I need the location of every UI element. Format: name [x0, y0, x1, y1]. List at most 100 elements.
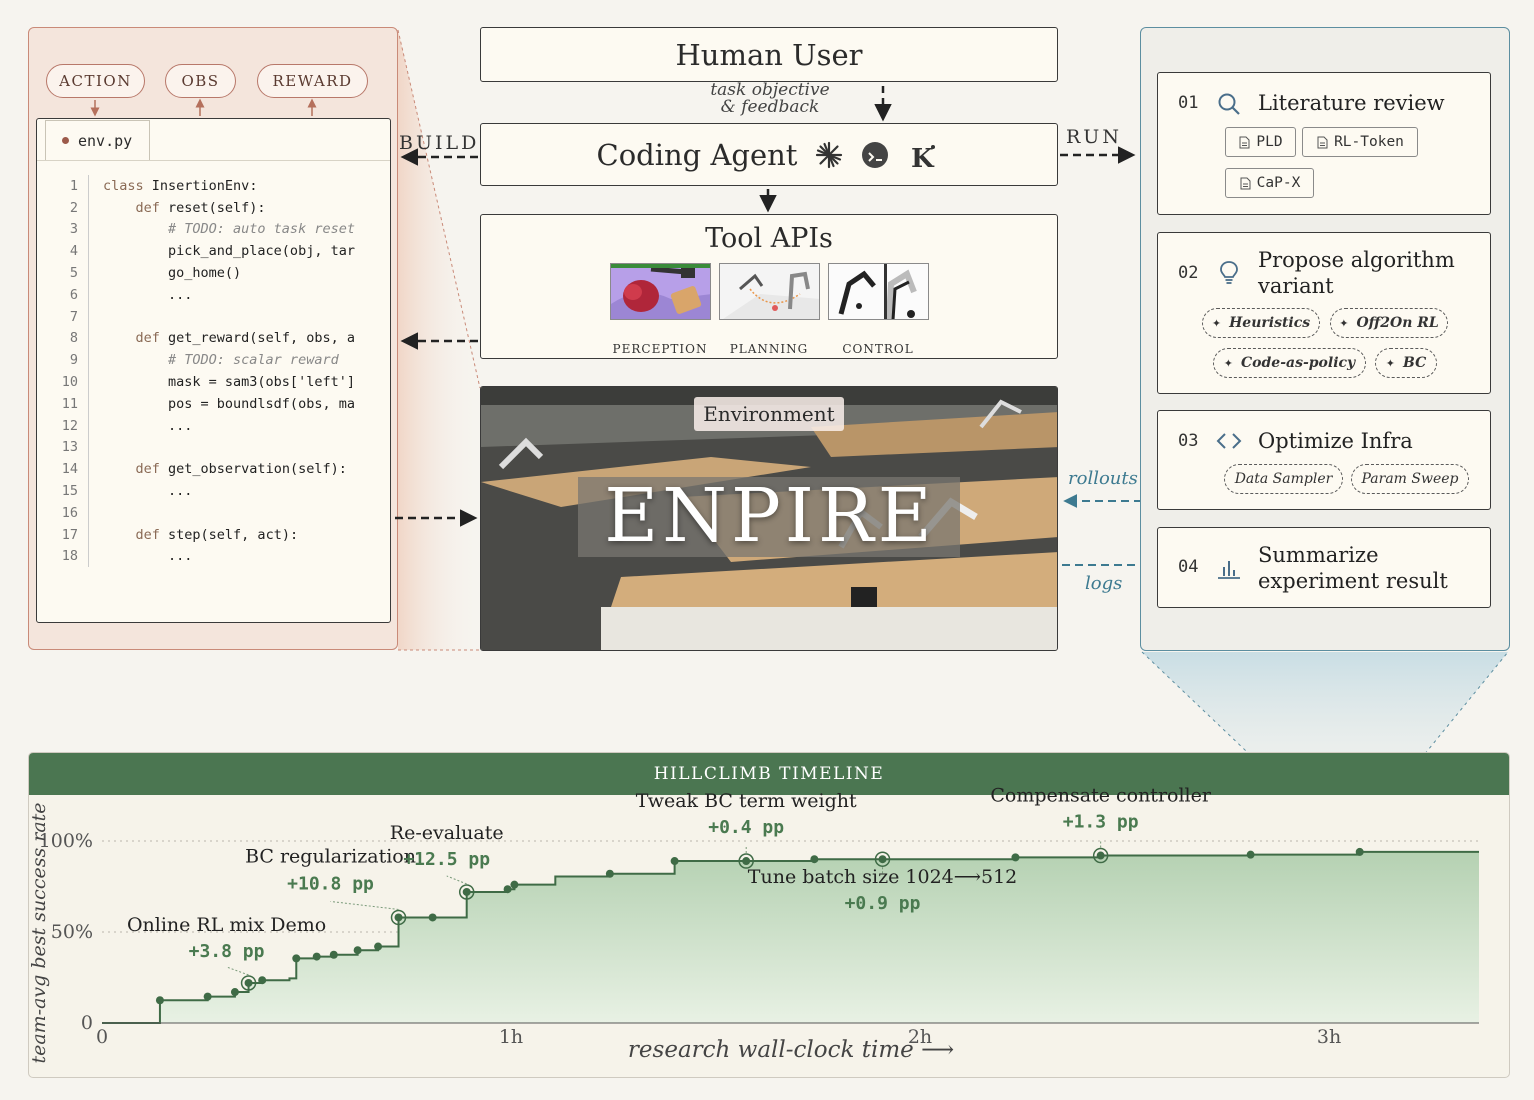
chip-param-sweep[interactable]: Param Sweep — [1351, 464, 1469, 494]
code-token: ... — [103, 548, 193, 565]
data-point — [810, 855, 819, 864]
data-point — [605, 869, 614, 878]
hillclimb-chart: Online RL mix Demo +3.8 pp BC regularizati… — [29, 785, 1479, 1064]
human-user-label: Human User — [675, 37, 863, 72]
code-text: ... — [89, 483, 192, 499]
line-number: 8 — [53, 327, 89, 350]
code-line: 3 # TODO: auto task reset — [53, 218, 390, 241]
annotation-point — [244, 978, 253, 987]
annotation-point — [1096, 851, 1105, 860]
data-point — [503, 885, 512, 894]
data-point — [510, 880, 519, 889]
code-token: # TODO: auto task reset — [103, 221, 355, 238]
file-tab-label: env.py — [78, 131, 133, 150]
planning-label: PLANNING — [729, 342, 809, 356]
build-label: BUILD — [399, 132, 480, 154]
obs-pill: OBS — [165, 64, 236, 98]
x-axis-label: research wall-clock time ⟶ — [628, 1037, 954, 1063]
code-token: InsertionEnv: — [151, 177, 258, 194]
code-line: 2 def reset(self): — [53, 196, 390, 219]
code-lines: 1 class InsertionEnv: 2 def reset(self): 3 … — [53, 175, 390, 568]
line-number: 15 — [53, 480, 89, 502]
code-line: 12 ... — [53, 414, 390, 437]
code-line: 17 def step(self, act): — [53, 523, 390, 546]
annotation-point — [742, 857, 751, 866]
data-point — [428, 913, 437, 922]
code-token: ... — [103, 483, 193, 500]
data-point — [329, 950, 338, 959]
annotation-point — [394, 913, 403, 922]
sparkle-icon — [816, 141, 843, 168]
code-line: 1 class InsertionEnv: — [53, 175, 390, 197]
annotation-label: Compensate controller — [990, 785, 1212, 807]
step-title: Propose algorithm variant — [1258, 248, 1455, 298]
agent-logos: K — [816, 141, 936, 173]
annotation-delta: +3.8 pp — [189, 941, 265, 962]
annotation-point — [462, 887, 471, 896]
code-token: pos = boundlsdf(obs, ma — [103, 395, 355, 412]
chip-rl-token[interactable]: RL-Token — [1302, 127, 1418, 157]
file-tab[interactable]: env.py — [45, 120, 150, 160]
chip-bc[interactable]: ✦ BC — [1375, 348, 1437, 378]
x-tick-label: 3h — [1317, 1026, 1341, 1048]
code-token: get_observation(self): — [168, 461, 347, 478]
hillclimb-timeline-panel: HILLCLIMB TIMELINE Online RL mix Demo +3.… — [28, 752, 1510, 1078]
code-line: 5 go_home() — [53, 262, 390, 284]
file-icon — [1240, 177, 1251, 189]
code-line: 7 — [53, 305, 390, 328]
run-label: RUN — [1066, 126, 1122, 148]
code-token: # TODO: scalar reward — [103, 352, 339, 369]
annotation-point — [878, 855, 887, 864]
data-point — [230, 988, 239, 997]
code-text: pick_and_place(obj, tar — [89, 243, 355, 259]
code-text: def step(self, act): — [89, 527, 299, 543]
chip-pld[interactable]: PLD — [1225, 127, 1296, 157]
chip-heuristics[interactable]: ✦ Heuristics — [1202, 308, 1320, 338]
lightbulb-icon — [1220, 261, 1238, 284]
code-token: reset(self): — [168, 199, 266, 216]
code-line: 6 ... — [53, 283, 390, 306]
chip-off2on-rl[interactable]: ✦ Off2On RL — [1330, 308, 1448, 338]
annotation-label: Tweak BC term weight — [636, 790, 857, 812]
planning-thumbnail — [719, 263, 820, 320]
human-user-box: Human User — [480, 27, 1058, 82]
code-line: 8 def get_reward(self, obs, a — [53, 327, 390, 350]
feedback-line-2: & feedback — [720, 97, 820, 117]
step-card-literature-review: 01 Literature review PLD RL-Token CaP-X — [1157, 72, 1491, 215]
chip-code-as-policy[interactable]: ✦ Code-as-policy — [1213, 348, 1366, 378]
data-point — [292, 954, 301, 963]
file-icon — [1239, 136, 1250, 148]
line-number: 9 — [53, 349, 89, 372]
data-point — [155, 996, 164, 1005]
line-number: 12 — [53, 414, 89, 437]
tool-apis-box: Tool APIs PERCEPTION PLANNING CONTROL — [480, 214, 1058, 359]
code-text: # TODO: scalar reward — [89, 352, 339, 368]
code-text: pos = boundlsdf(obs, ma — [89, 396, 355, 412]
annotation-delta: +12.5 pp — [403, 849, 490, 870]
code-token: def — [103, 330, 169, 347]
tool-apis-title: Tool APIs — [705, 223, 833, 254]
annotation-label: Re-evaluate — [390, 822, 504, 844]
x-tick-label: 0 — [96, 1026, 108, 1048]
data-point — [1355, 847, 1364, 856]
line-number: 5 — [53, 262, 89, 284]
data-point — [1011, 853, 1020, 862]
step-card-summarize: 04 Summarize experiment result — [1157, 527, 1491, 608]
environment-box: Environment ENPIRE — [480, 386, 1058, 651]
code-line: 14 def get_observation(self): — [53, 458, 390, 481]
line-number: 11 — [53, 392, 89, 415]
perception-thumbnail — [610, 263, 711, 320]
line-number: 10 — [53, 371, 89, 393]
feedback-label: task objective & feedback — [700, 82, 840, 116]
annotation-label: Online RL mix Demo — [127, 914, 326, 936]
chip-data-sampler[interactable]: Data Sampler — [1224, 464, 1343, 494]
code-icon — [1216, 433, 1242, 449]
coding-agent-box: Coding Agent K — [480, 123, 1058, 186]
code-line: 11 pos = boundlsdf(obs, ma — [53, 392, 390, 415]
svg-text:K: K — [911, 144, 935, 173]
code-text: def reset(self): — [89, 200, 266, 216]
x-tick-label: 1h — [499, 1026, 523, 1048]
control-thumbnail — [828, 263, 929, 320]
chip-cap-x[interactable]: CaP-X — [1225, 168, 1314, 198]
logs-label: logs — [1085, 573, 1123, 594]
